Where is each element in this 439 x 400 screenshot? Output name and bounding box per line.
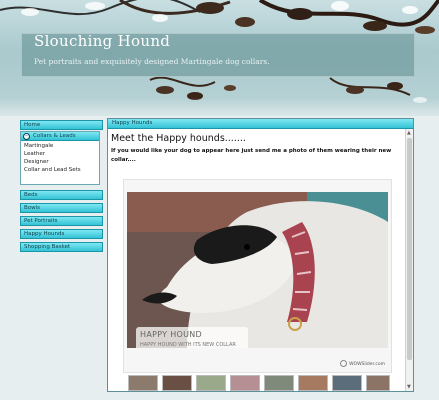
content-heading: Meet the Happy hounds....... [111, 133, 246, 144]
panel-scrollbar[interactable]: ▲ ▼ [405, 129, 413, 391]
dog-photo-illustration [127, 192, 388, 348]
nav-collars-leads-header[interactable]: – Collars & Leads [21, 132, 99, 141]
dog-photo: HAPPY HOUND HAPPY HOUND WITH ITS NEW COL… [127, 192, 388, 348]
nav-pet-portraits-button[interactable]: Pet Portraits [20, 216, 103, 226]
collapse-icon[interactable]: – [23, 133, 30, 140]
thumbnail-6[interactable] [298, 375, 328, 391]
nav-bowls-button[interactable]: Bowls [20, 203, 103, 213]
slider-credit[interactable]: WOWSlider.com [340, 360, 385, 367]
content-intro: If you would like your dog to appear her… [111, 148, 392, 163]
thumbnail-4[interactable] [230, 375, 260, 391]
image-slideshow[interactable]: HAPPY HOUND HAPPY HOUND WITH ITS NEW COL… [123, 179, 392, 373]
nav-collars-leads-label: Collars & Leads [33, 133, 76, 139]
thumbnail-8[interactable] [366, 375, 390, 391]
thumbnail-2[interactable] [162, 375, 192, 391]
scroll-down-arrow-icon[interactable]: ▼ [407, 384, 411, 390]
thumbnail-strip [128, 375, 390, 391]
scrollbar-thumb[interactable] [407, 138, 412, 360]
nav-sub-leather[interactable]: Leather [24, 151, 45, 157]
wowslider-icon [340, 360, 348, 367]
caption-box: HAPPY HOUND HAPPY HOUND WITH ITS NEW COL… [136, 327, 248, 348]
nav-sub-designer[interactable]: Designer [24, 159, 49, 165]
thumbnail-5[interactable] [264, 375, 294, 391]
nav-happy-hounds-button[interactable]: Happy Hounds [20, 229, 103, 239]
thumbnail-1[interactable] [128, 375, 158, 391]
site-tagline: Pet portraits and exquisitely designed M… [34, 57, 270, 66]
thumbnail-3[interactable] [196, 375, 226, 391]
nav-beds-button[interactable]: Beds [20, 190, 103, 200]
banner-fade [0, 98, 439, 116]
panel-title: Happy Hounds [112, 120, 153, 126]
nav-shopping-basket-button[interactable]: Shopping Basket [20, 242, 103, 252]
thumbnail-7[interactable] [332, 375, 362, 391]
nav-home-button[interactable]: Home [20, 120, 103, 130]
nav-collars-menu: – Collars & Leads Martingale Leather Des… [20, 131, 100, 185]
site-title[interactable]: Slouching Hound [34, 32, 170, 50]
credit-text: WOWSlider.com [349, 362, 385, 367]
caption-text: HAPPY HOUND WITH ITS NEW COLLAR [140, 342, 236, 348]
nav-sub-martingale[interactable]: Martingale [24, 143, 53, 149]
scroll-up-arrow-icon[interactable]: ▲ [407, 130, 411, 136]
content-panel: Happy Hounds Meet the Happy hounds......… [107, 118, 414, 392]
nav-sub-collar-lead-sets[interactable]: Collar and Lead Sets [24, 167, 81, 173]
panel-header: Happy Hounds [108, 119, 413, 129]
site-banner: Slouching Hound Pet portraits and exquis… [0, 0, 439, 116]
caption-title: HAPPY HOUND [140, 330, 203, 339]
